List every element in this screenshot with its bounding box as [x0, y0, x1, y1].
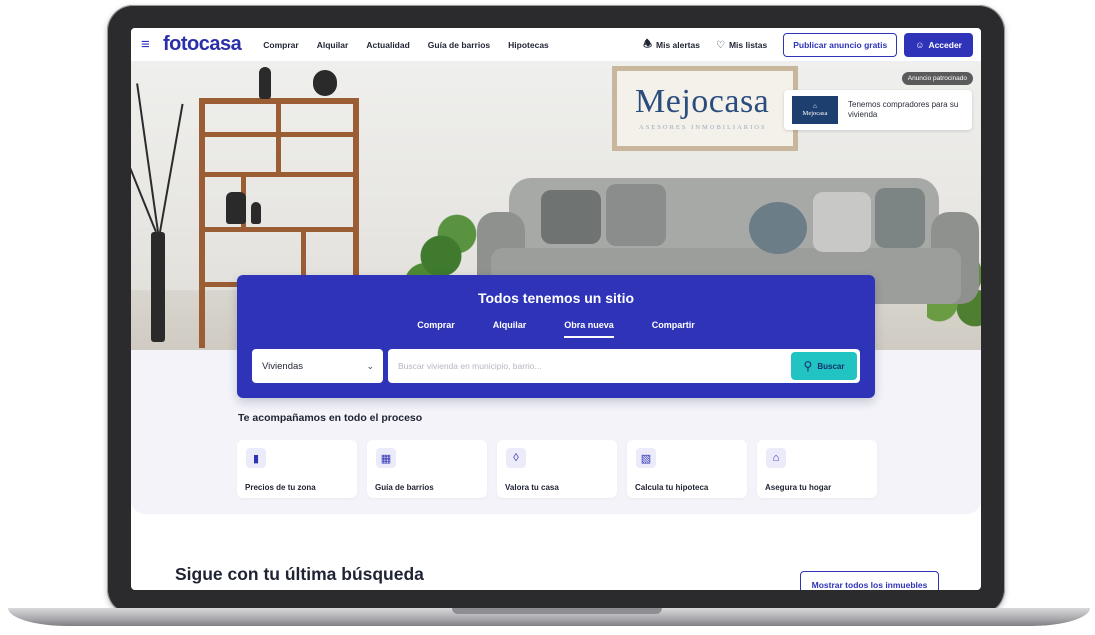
sponsor-logo: ⌂ Mejocasa [792, 96, 838, 124]
my-alerts-label: Mis alertas [656, 40, 700, 50]
tab-alquilar[interactable]: Alquilar [493, 320, 527, 338]
vase [313, 70, 337, 96]
main-nav: Comprar Alquilar Actualidad Guía de barr… [263, 40, 549, 50]
round-cushion [749, 202, 807, 254]
login-label: Acceder [928, 40, 962, 50]
buildings-icon: ▦ [376, 448, 396, 468]
price-chart-icon: ▮ [246, 448, 266, 468]
frame-brand-tagline: ASESORES INMOBILIARIOS [639, 124, 767, 131]
tag-icon: ◊ [506, 448, 526, 468]
top-navigation-bar: ≡ fotocasa Comprar Alquilar Actualidad G… [131, 28, 981, 62]
sponsored-ad-card[interactable]: ⌂ Mejocasa Tenemos compradores para su v… [784, 90, 972, 130]
my-lists-link[interactable]: ♡ Mis listas [716, 40, 767, 51]
calculator-icon: ▧ [636, 448, 656, 468]
nav-hipotecas[interactable]: Hipotecas [508, 40, 549, 50]
vase [251, 202, 261, 224]
cushion [875, 188, 925, 248]
my-lists-label: Mis listas [728, 40, 768, 50]
card-precios-de-tu-zona[interactable]: ▮ Precios de tu zona [237, 440, 357, 498]
process-cards: ▮ Precios de tu zona ▦ Guía de barrios ◊… [237, 440, 877, 498]
decor-branch [159, 103, 184, 233]
cushion [541, 190, 601, 244]
bell-icon: 🕭 [643, 38, 653, 50]
laptop-notch [452, 608, 662, 614]
card-label: Precios de tu zona [245, 483, 316, 492]
cushion [606, 184, 666, 246]
card-label: Asegura tu hogar [765, 483, 832, 492]
card-label: Calcula tu hipoteca [635, 483, 709, 492]
house-icon: ⌂ [813, 103, 817, 110]
property-type-value: Viviendas [262, 360, 304, 372]
login-button[interactable]: ☺ Acceder [904, 33, 973, 57]
nav-actualidad[interactable]: Actualidad [366, 40, 409, 50]
card-asegura-tu-hogar[interactable]: ⌂ Asegura tu hogar [757, 440, 877, 498]
card-valora-tu-casa[interactable]: ◊ Valora tu casa [497, 440, 617, 498]
tab-compartir[interactable]: Compartir [652, 320, 695, 338]
header-actions: 🕭 Mis alertas ♡ Mis listas Publicar anun… [643, 33, 973, 57]
vase [259, 67, 271, 99]
tab-comprar[interactable]: Comprar [417, 320, 455, 338]
last-search-title: Sigue con tu última búsqueda [175, 564, 424, 584]
sponsor-logo-text: Mejocasa [802, 110, 828, 117]
property-type-select[interactable]: Viviendas ⌄ [252, 349, 383, 383]
fotocasa-logo[interactable]: fotocasa [163, 33, 242, 56]
card-calcula-tu-hipoteca[interactable]: ▧ Calcula tu hipoteca [627, 440, 747, 498]
search-tabs: Comprar Alquilar Obra nueva Compartir [237, 320, 875, 338]
shelf-divider [301, 227, 306, 282]
shelf-divider [276, 102, 281, 172]
user-icon: ☺ [915, 40, 925, 50]
nav-alquilar[interactable]: Alquilar [317, 40, 349, 50]
laptop-screen: ≡ fotocasa Comprar Alquilar Actualidad G… [131, 28, 981, 590]
card-label: Guía de barrios [375, 483, 434, 492]
frame-brand-name: Mejocasa [635, 83, 770, 120]
nav-comprar[interactable]: Comprar [263, 40, 298, 50]
search-button[interactable]: ⚲ Buscar [791, 352, 857, 380]
search-button-label: Buscar [817, 361, 845, 371]
hamburger-menu-icon[interactable]: ≡ [141, 37, 159, 52]
shelf-board [199, 172, 359, 177]
heart-icon: ♡ [715, 39, 725, 51]
cushion [813, 192, 871, 252]
location-search-input[interactable] [388, 349, 860, 383]
search-panel: Todos tenemos un sitio Comprar Alquilar … [237, 275, 875, 398]
chevron-down-icon: ⌄ [366, 360, 374, 371]
search-title: Todos tenemos un sitio [477, 290, 635, 306]
nav-guia-de-barrios[interactable]: Guía de barrios [428, 40, 490, 50]
process-section-title: Te acompañamos en todo el proceso [238, 412, 423, 424]
card-label: Valora tu casa [505, 483, 559, 492]
house-heart-icon: ⌂ [766, 448, 786, 468]
show-all-properties-button[interactable]: Mostrar todos los inmuebles [800, 571, 939, 590]
card-guia-de-barrios[interactable]: ▦ Guía de barrios [367, 440, 487, 498]
publish-ad-button[interactable]: Publicar anuncio gratis [783, 33, 898, 57]
sponsored-tag: Anuncio patrocinado [901, 72, 973, 85]
framed-brand-picture: Mejocasa ASESORES INMOBILIARIOS [612, 66, 798, 151]
vase [226, 192, 246, 224]
my-alerts-link[interactable]: 🕭 Mis alertas [643, 37, 700, 54]
floor-vase [151, 232, 165, 342]
tab-obra-nueva[interactable]: Obra nueva [564, 320, 614, 338]
shelf-board [199, 227, 359, 232]
search-icon: ⚲ [803, 359, 813, 373]
sponsor-text: Tenemos compradores para su vivienda [848, 100, 959, 119]
